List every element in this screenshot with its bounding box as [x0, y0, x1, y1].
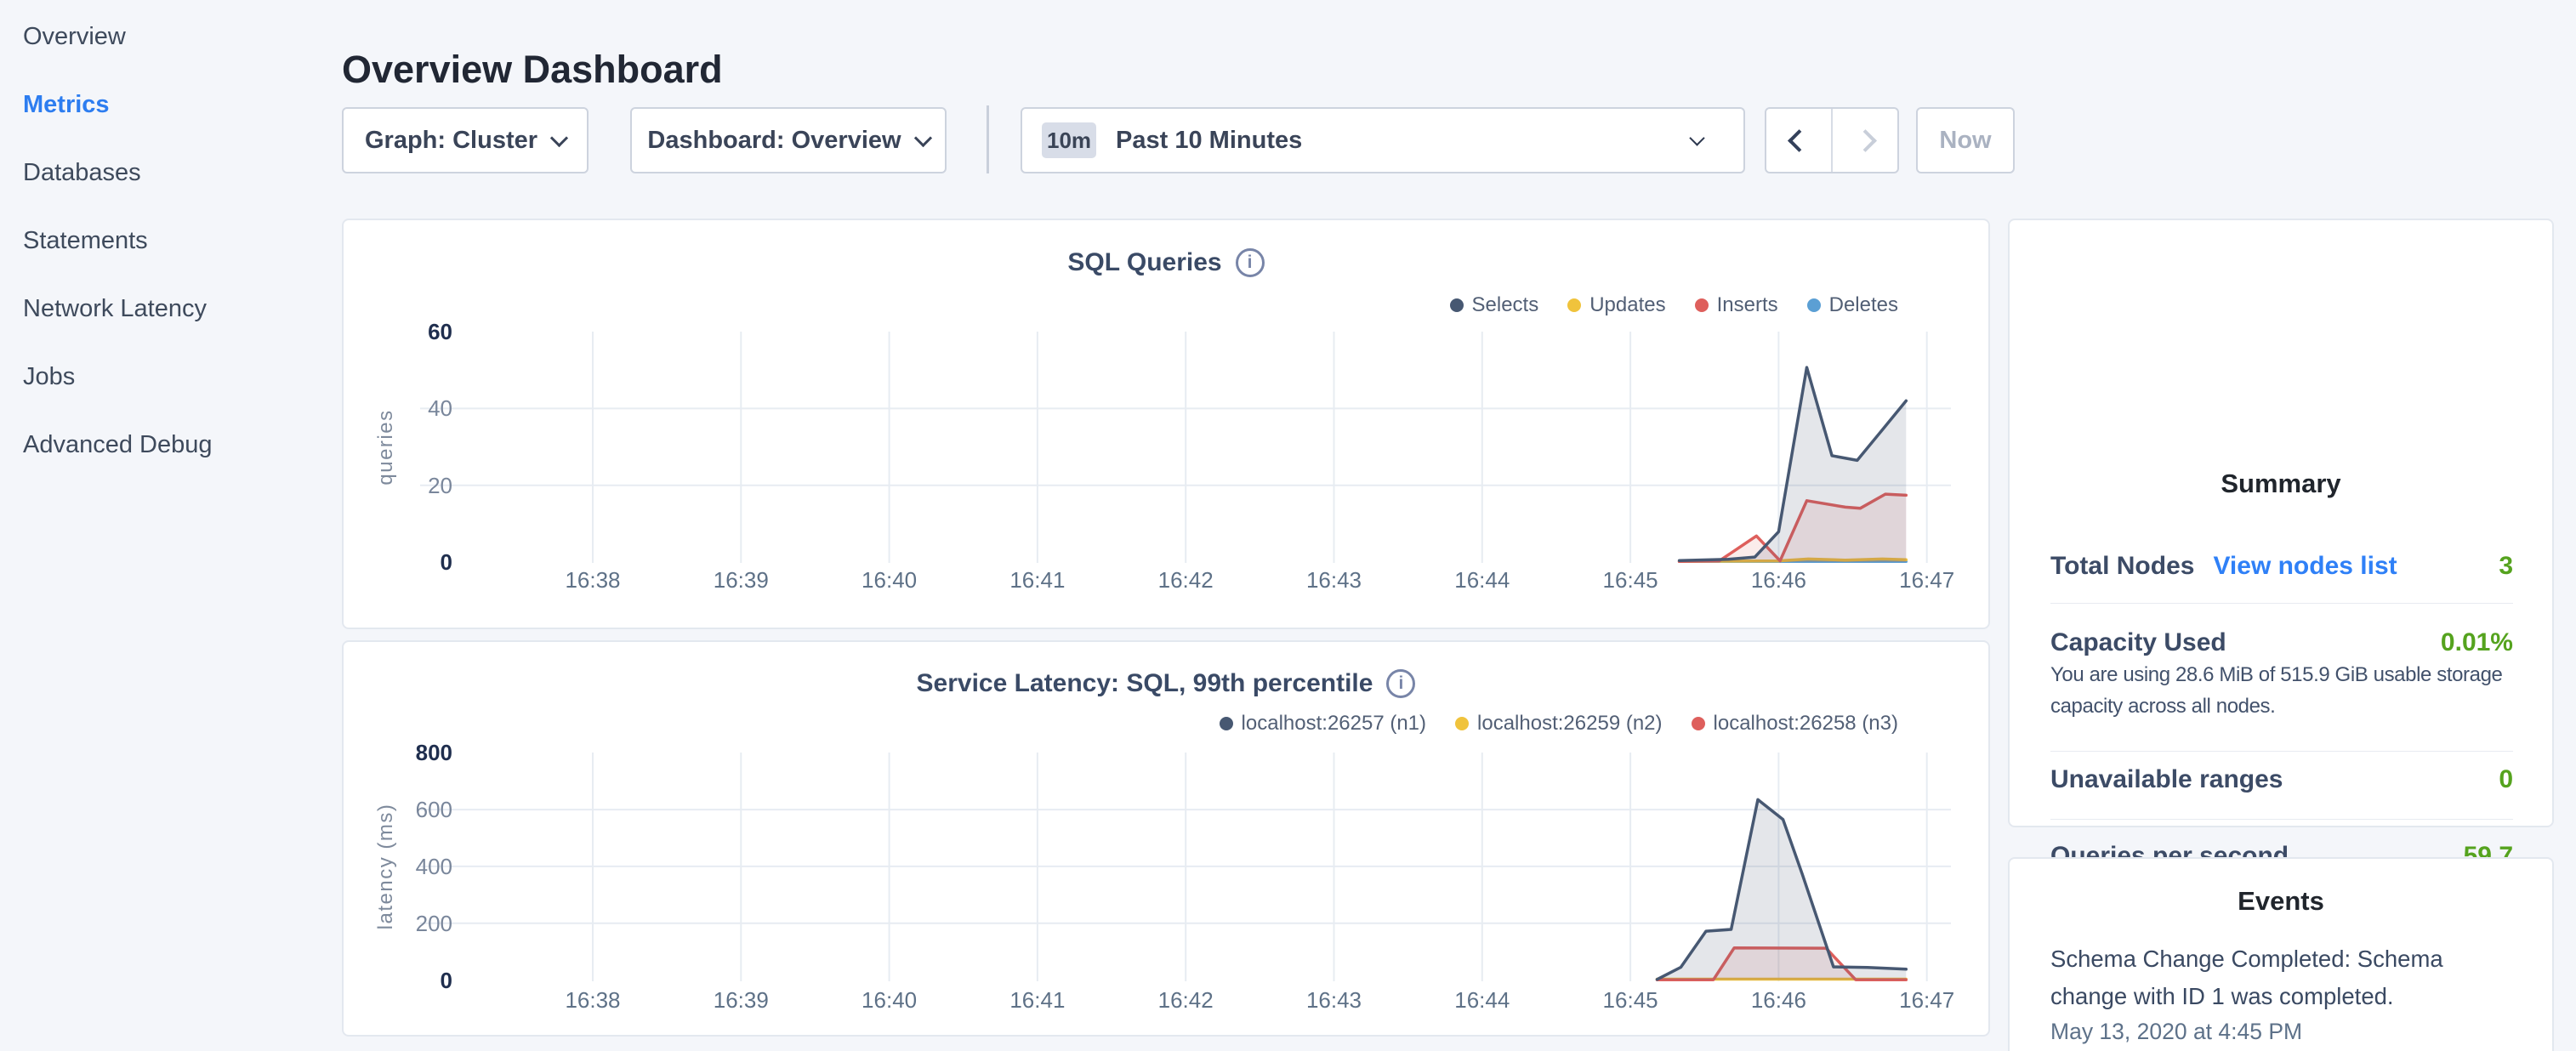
summary-row-total-nodes: Total Nodes View nodes list 3 [2050, 548, 2513, 585]
y-tick-label: 20 [344, 472, 452, 499]
time-step-controls [1765, 107, 1899, 173]
sidebar-item-metrics[interactable]: Metrics [23, 88, 110, 122]
divider [2050, 603, 2513, 604]
summary-row-label: Capacity Used [2050, 628, 2226, 657]
sql-queries-chart: SQL QueriesiSelectsUpdatesInsertsDeletes… [344, 220, 1988, 628]
x-tick-label: 16:43 [1275, 987, 1394, 1014]
x-tick-label: 16:40 [830, 987, 949, 1014]
graph-scope-dropdown[interactable]: Graph: Cluster [342, 107, 589, 173]
y-tick-label: 400 [344, 853, 452, 880]
y-tick-label: 0 [344, 548, 452, 576]
x-tick-label: 16:47 [1868, 987, 1987, 1014]
series-selects-area [1680, 367, 1907, 562]
divider [2050, 819, 2513, 820]
x-tick-label: 16:42 [1126, 987, 1245, 1014]
y-tick-label: 600 [344, 796, 452, 823]
y-tick-label: 40 [344, 395, 452, 422]
x-tick-label: 16:45 [1571, 987, 1690, 1014]
service-latency-chart-card: Service Latency: SQL, 99th percentileilo… [342, 640, 1990, 1037]
x-tick-label: 16:41 [978, 987, 1097, 1014]
summary-row-value: 0.01% [2441, 628, 2513, 657]
x-tick-label: 16:46 [1719, 987, 1838, 1014]
x-tick-label: 16:44 [1423, 987, 1542, 1014]
sidebar-item-network-latency[interactable]: Network Latency [23, 292, 207, 326]
dashboard-dropdown[interactable]: Dashboard: Overview [630, 107, 947, 173]
x-tick-label: 16:40 [830, 567, 949, 594]
x-tick-label: 16:41 [978, 567, 1097, 594]
x-tick-label: 16:39 [681, 987, 800, 1014]
service-latency-chart: Service Latency: SQL, 99th percentileilo… [344, 642, 1988, 1035]
events-panel: Events Schema Change Completed: Schema c… [2008, 857, 2554, 1051]
plot-area [344, 642, 1992, 1038]
x-tick-label: 16:39 [681, 567, 800, 594]
time-step-forward-button[interactable] [1831, 109, 1897, 172]
summary-panel: Summary Total Nodes View nodes list 3 Ca… [2008, 219, 2554, 827]
summary-title: Summary [2010, 469, 2552, 499]
x-tick-label: 16:42 [1126, 567, 1245, 594]
x-tick-label: 16:46 [1719, 567, 1838, 594]
x-tick-label: 16:38 [533, 567, 652, 594]
chevron-right-icon [1854, 129, 1877, 152]
events-title: Events [2010, 886, 2552, 917]
x-tick-label: 16:47 [1868, 567, 1987, 594]
x-tick-label: 16:45 [1571, 567, 1690, 594]
app-root: Overview Metrics Databases Statements Networ… [0, 0, 2576, 1051]
chevron-down-icon [913, 128, 931, 146]
x-tick-label: 16:38 [533, 987, 652, 1014]
sql-queries-chart-card: SQL QueriesiSelectsUpdatesInsertsDeletes… [342, 219, 1990, 629]
series-localhost-26257-n1-area [1658, 799, 1907, 980]
dashboard-dropdown-label: Dashboard: Overview [647, 127, 901, 155]
view-nodes-list-link[interactable]: View nodes list [2213, 552, 2397, 581]
event-message: Schema Change Completed: Schema change w… [2050, 940, 2518, 1015]
sidebar-item-overview[interactable]: Overview [23, 20, 126, 54]
y-tick-label: 200 [344, 910, 452, 937]
time-step-back-button[interactable] [1766, 109, 1831, 172]
now-button[interactable]: Now [1916, 107, 2015, 173]
toolbar-divider [987, 105, 989, 173]
summary-row-value: 0 [2499, 765, 2513, 794]
chevron-down-icon [550, 128, 568, 146]
summary-row-label: Unavailable ranges [2050, 765, 2283, 794]
y-tick-label: 800 [344, 739, 452, 766]
y-tick-label: 60 [344, 318, 452, 345]
time-range-dropdown[interactable]: 10m Past 10 Minutes [1021, 107, 1745, 173]
y-axis-title: latency (ms) [374, 804, 398, 930]
summary-row-unavailable-ranges: Unavailable ranges 0 [2050, 761, 2513, 798]
graph-scope-dropdown-label: Graph: Cluster [365, 127, 537, 155]
x-tick-label: 16:43 [1275, 567, 1394, 594]
summary-row-label: Total Nodes [2050, 552, 2194, 581]
sidebar-item-statements[interactable]: Statements [23, 224, 148, 258]
y-axis-title: queries [374, 409, 398, 485]
now-button-label: Now [1939, 127, 1991, 155]
sidebar-item-jobs[interactable]: Jobs [23, 360, 75, 394]
time-range-badge: 10m [1042, 122, 1096, 158]
x-tick-label: 16:44 [1423, 567, 1542, 594]
y-tick-label: 0 [344, 967, 452, 994]
chevron-left-icon [1788, 129, 1811, 152]
sidebar-item-advanced-debug[interactable]: Advanced Debug [23, 428, 213, 462]
summary-row-capacity-used: Capacity Used 0.01% [2050, 624, 2513, 662]
time-range-label: Past 10 Minutes [1116, 127, 1302, 155]
event-timestamp: May 13, 2020 at 4:45 PM [2050, 1019, 2302, 1045]
sidebar-item-databases[interactable]: Databases [23, 156, 141, 190]
page-title: Overview Dashboard [342, 48, 723, 92]
chevron-down-icon [1689, 130, 1704, 145]
summary-row-value: 3 [2499, 552, 2513, 581]
divider [2050, 751, 2513, 752]
capacity-used-description: You are using 28.6 MiB of 515.9 GiB usab… [2050, 659, 2520, 722]
